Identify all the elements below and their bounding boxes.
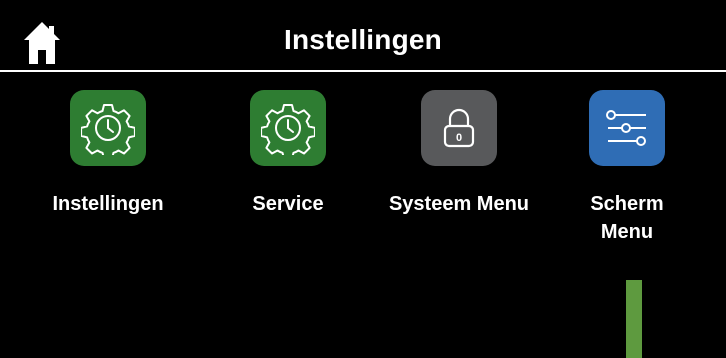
tile-label: Scherm Menu	[590, 193, 664, 243]
gear-clock-icon	[81, 104, 135, 155]
tile-systeem-menu[interactable]: 0 Systeem Menu	[384, 90, 534, 218]
gear-clock-icon	[261, 104, 315, 155]
lock-icon: 0	[443, 108, 475, 148]
tile-label: Service	[252, 193, 324, 215]
tile-scherm-menu[interactable]: Scherm Menu	[552, 90, 702, 246]
systeem-menu-icon-box: 0	[421, 90, 497, 166]
sliders-icon	[606, 110, 646, 146]
tile-instellingen[interactable]: Instellingen	[33, 90, 183, 218]
scroll-indicator[interactable]	[626, 280, 642, 358]
tile-label: Instellingen	[52, 193, 164, 215]
page-title: Instellingen	[284, 24, 442, 55]
header-bar: Instellingen	[0, 0, 726, 72]
service-icon-box	[250, 90, 326, 166]
tile-service[interactable]: Service	[213, 90, 363, 218]
lock-code-text: 0	[456, 132, 462, 144]
scherm-menu-icon-box	[589, 90, 665, 166]
instellingen-icon-box	[70, 90, 146, 166]
tile-label: Systeem Menu	[388, 193, 530, 215]
